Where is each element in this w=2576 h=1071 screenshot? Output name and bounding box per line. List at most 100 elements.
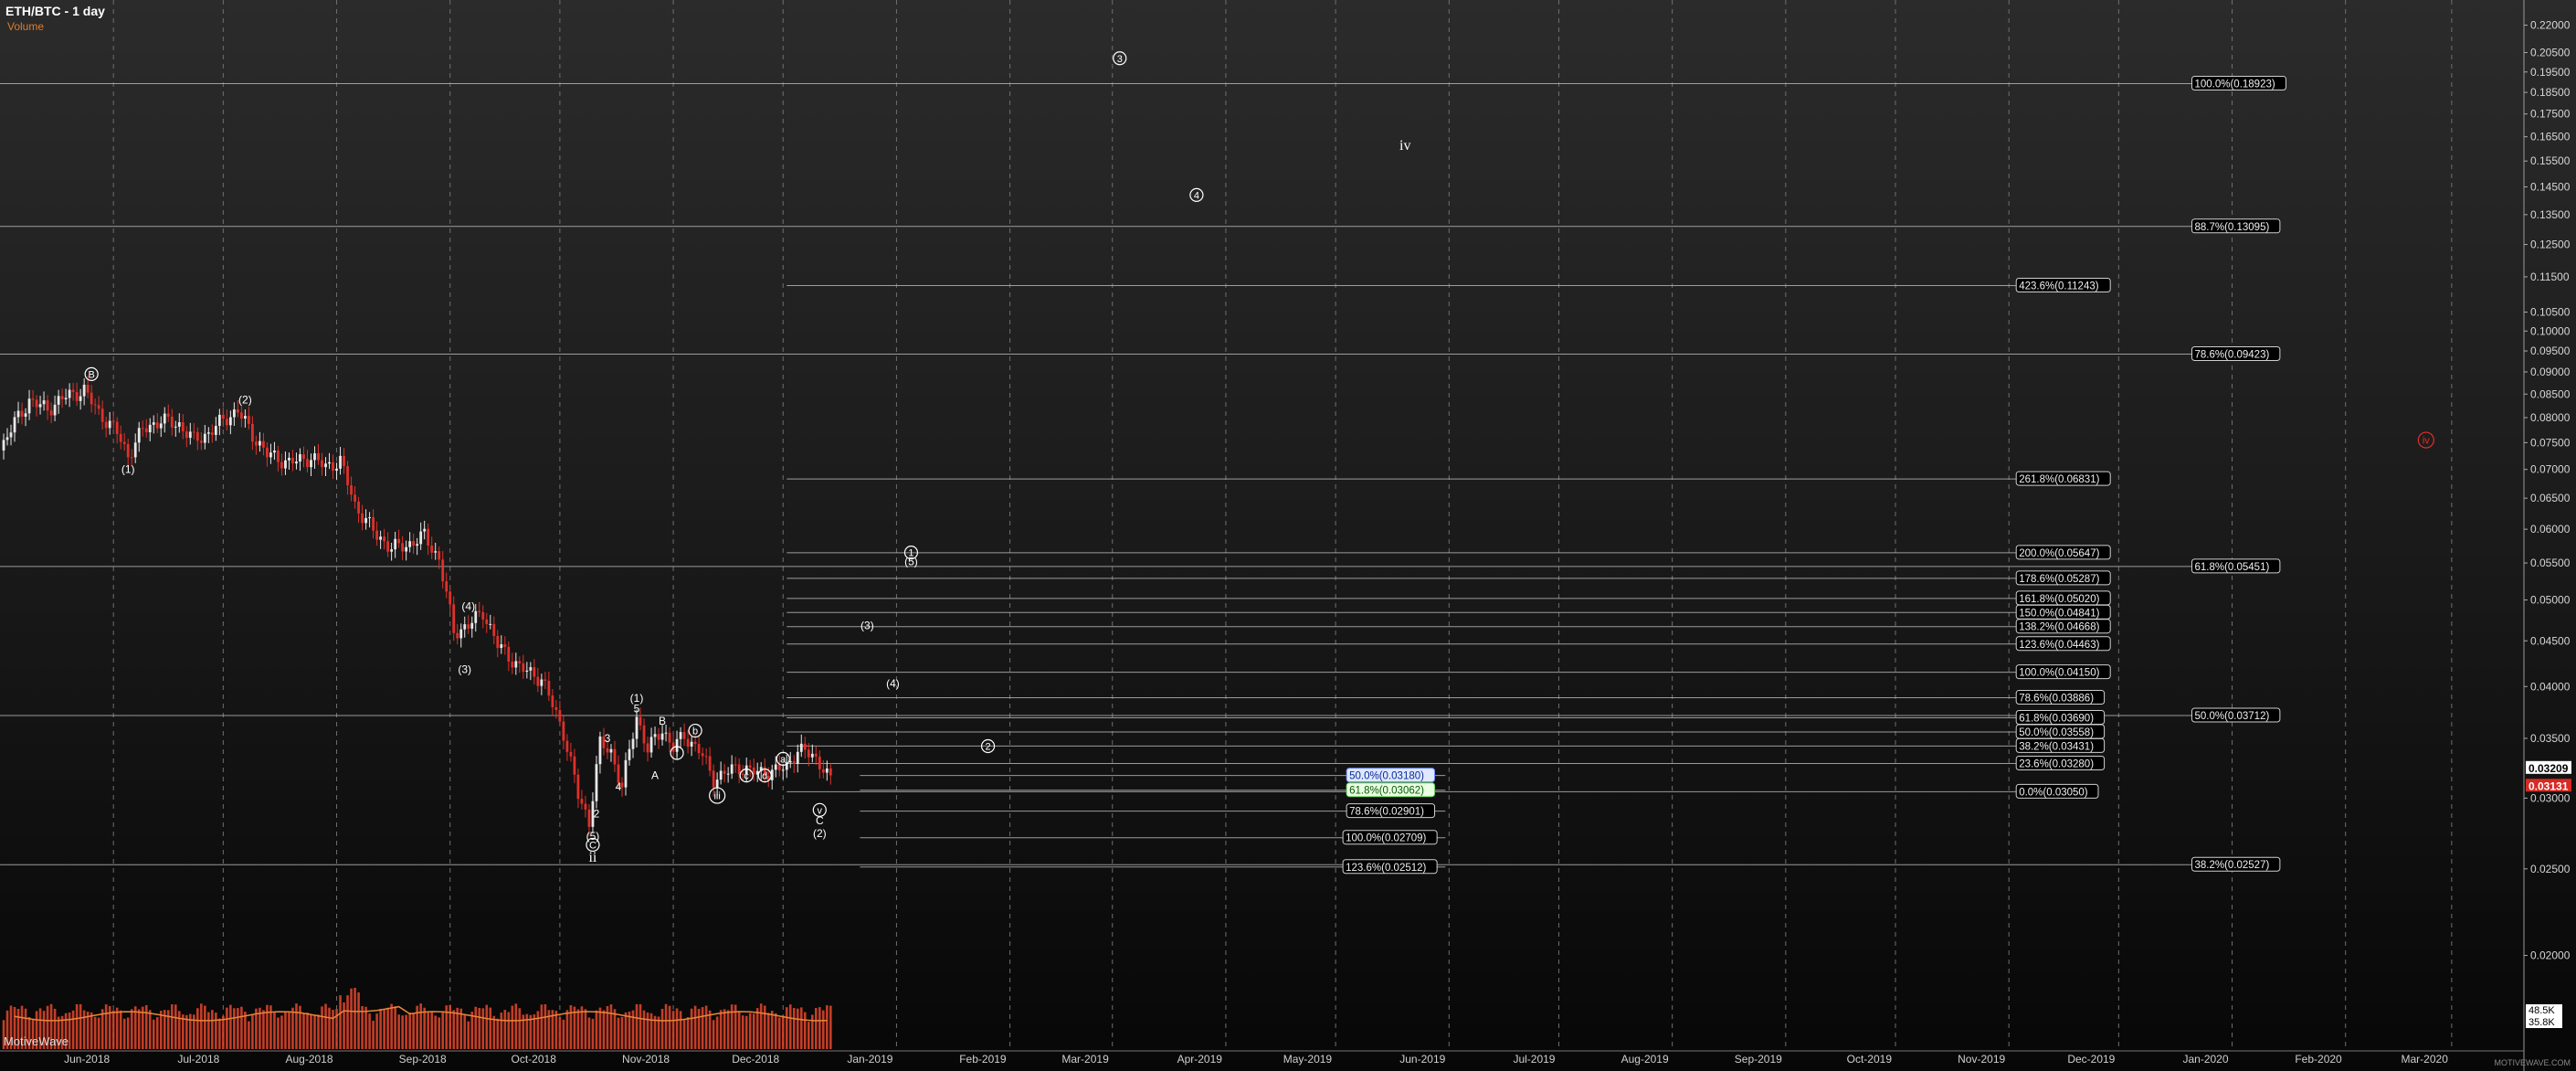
volume-bar (423, 1007, 426, 1049)
candle-body (228, 417, 232, 426)
volume-bar (503, 1010, 507, 1049)
volume-bar (580, 1006, 584, 1049)
volume-bar (277, 1017, 280, 1049)
candle-body (427, 528, 430, 546)
candle-body (642, 725, 646, 744)
candle-body (71, 389, 75, 392)
volume-bar (748, 1013, 752, 1049)
volume-bar (383, 1009, 385, 1049)
candle-body (119, 433, 122, 442)
candle-body (584, 803, 587, 810)
volume-bar (584, 1009, 587, 1049)
candle-body (434, 551, 438, 553)
y-tick-label: 0.05500 (2530, 557, 2571, 569)
y-tick-label: 0.15500 (2530, 154, 2571, 167)
volume-bar (284, 1011, 287, 1049)
candle-body (321, 460, 323, 468)
fib-level-label: 0.0%(0.03050) (2019, 787, 2088, 798)
volume-bar (788, 1004, 792, 1049)
volume-bar (540, 1004, 544, 1049)
volume-bar (288, 1012, 290, 1049)
candle-body (492, 623, 496, 636)
volume-bar (115, 1007, 119, 1049)
fib-level-label: 161.8%(0.05020) (2019, 594, 2099, 605)
volume-bar (467, 1021, 470, 1049)
volume-bar (200, 1003, 203, 1049)
volume-bar (343, 1002, 345, 1049)
volume-bar (649, 1013, 653, 1049)
volume-bar (133, 1006, 137, 1049)
volume-bar (229, 1004, 232, 1049)
volume-bar (248, 1021, 250, 1049)
x-tick-label: Nov-2018 (622, 1053, 670, 1066)
volume-bar (122, 1018, 126, 1049)
candle-body (86, 385, 90, 393)
candle-body (799, 743, 803, 752)
volume-bar (598, 1007, 602, 1049)
volume-bar (119, 1010, 122, 1049)
wave-label: C (816, 814, 824, 827)
fib-level-label: 61.8%(0.03690) (2019, 714, 2094, 725)
candle-body (68, 389, 71, 398)
volume-bar (660, 1008, 664, 1049)
volume-bar (777, 1017, 781, 1049)
candle-body (430, 545, 434, 553)
volume-bar (796, 1008, 799, 1049)
wave-label: b (692, 726, 698, 737)
volume-bar (434, 1015, 437, 1049)
volume-bar (215, 1013, 217, 1049)
candle-body (818, 756, 821, 769)
candle-body (412, 541, 416, 546)
fib-level-label: 150.0%(0.04841) (2019, 608, 2099, 619)
volume-bar (474, 1006, 478, 1049)
fib-level-label: 123.6%(0.02512) (1346, 863, 1426, 874)
price-tag: 0.03209 (2528, 762, 2569, 775)
candle-body (580, 799, 584, 804)
volume-bar (690, 1008, 693, 1049)
volume-bar (177, 1011, 181, 1049)
candle-body (232, 409, 236, 418)
candle-body (386, 541, 390, 552)
fib-level-label: 50.0%(0.03558) (2019, 727, 2094, 738)
wave-label: c (744, 771, 749, 782)
volume-bar (822, 1010, 825, 1049)
candle-body (544, 679, 547, 681)
candle-body (569, 751, 573, 757)
volume-bar (226, 1007, 228, 1049)
candle-body (401, 543, 405, 552)
candle-body (126, 443, 130, 458)
candle-body (255, 441, 258, 446)
volume-bar (620, 1016, 624, 1049)
candle-body (781, 769, 785, 771)
candle-body (734, 764, 737, 766)
candle-body (339, 455, 342, 469)
candle-body (558, 709, 562, 722)
price-chart[interactable]: Jun-2018 Jul-2018 Aug-2018 Sep-2018 Oct-2018… (0, 0, 2576, 1071)
volume-bar (313, 1015, 316, 1049)
candle-body (452, 604, 456, 633)
candle-body (239, 412, 243, 419)
volume-bar (818, 1007, 821, 1049)
volume-bar (441, 1012, 445, 1049)
x-tick-label: Nov-2019 (1958, 1053, 2005, 1066)
candle-body (27, 398, 31, 414)
wave-label: a (780, 754, 787, 765)
volume-bar (361, 1006, 364, 1049)
chart-panel[interactable]: Jun-2018 Jul-2018 Aug-2018 Sep-2018 Oct-2018… (0, 0, 2576, 1071)
wave-label: d (762, 771, 767, 782)
candle-body (335, 468, 338, 472)
candle-body (90, 392, 93, 405)
fib-level-label: 38.2%(0.03431) (2019, 741, 2094, 752)
candle-body (668, 732, 671, 743)
candle-body (405, 546, 408, 552)
candle-body (496, 635, 500, 649)
fib-level-label: 50.0%(0.03180) (1349, 771, 1424, 782)
volume-bar (240, 1006, 243, 1049)
volume-bar (233, 1008, 236, 1049)
candle-body (540, 679, 544, 686)
volume-bar (174, 1004, 177, 1049)
x-tick-label: Aug-2018 (285, 1053, 333, 1066)
volume-bar (675, 1008, 679, 1049)
candle-body (302, 454, 305, 460)
candle-body (635, 716, 639, 739)
